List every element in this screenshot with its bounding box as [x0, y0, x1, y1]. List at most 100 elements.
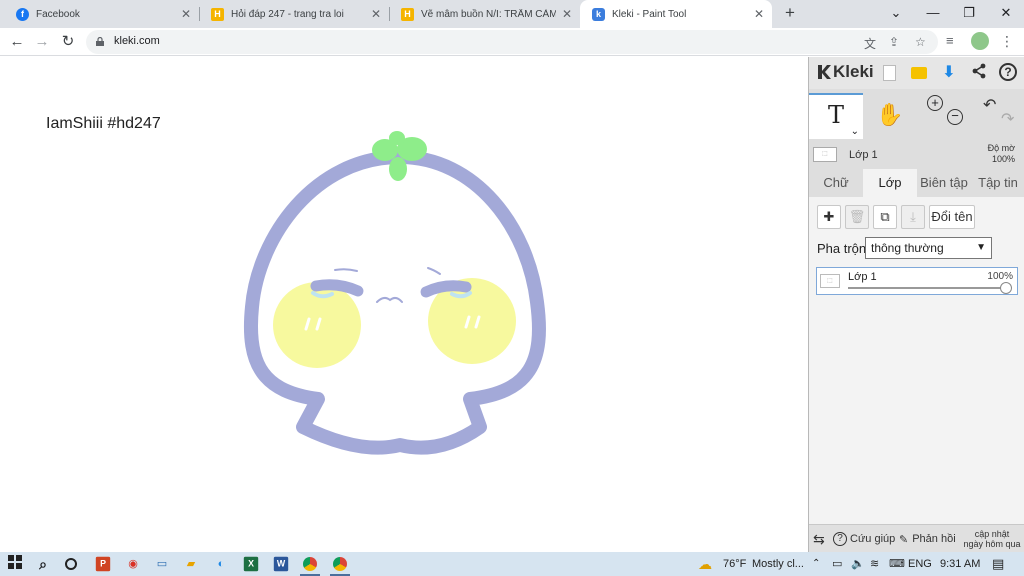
- minimize-button[interactable]: —: [915, 0, 951, 28]
- drawing-illustration: [244, 131, 546, 455]
- reading-list-icon[interactable]: ≡: [946, 33, 954, 48]
- kleki-panel: Kleki ⬇ ? T ⌄ ✋ + − ↶ ↷ ⬚ Lớp 1 Độ mờ 10…: [808, 57, 1024, 552]
- swap-sides-icon[interactable]: ⇆: [813, 525, 825, 553]
- tab-title: Hỏi đáp 247 - trang tra loi: [231, 8, 344, 20]
- app-icon[interactable]: ◉: [124, 555, 142, 573]
- forward-button[interactable]: →: [32, 32, 52, 52]
- weather-temp[interactable]: 76°F: [723, 552, 746, 576]
- weather-text[interactable]: Mostly cl...: [752, 552, 804, 576]
- tab-hoidap247[interactable]: H Hỏi đáp 247 - trang tra loi ✕: [199, 0, 389, 28]
- layer-item[interactable]: ⬚ Lớp 1 100%: [816, 267, 1018, 295]
- blend-mode-select[interactable]: thông thường ▼: [865, 237, 992, 259]
- share-icon[interactable]: ⇪: [889, 35, 899, 49]
- file-explorer-icon[interactable]: ▰: [182, 555, 200, 573]
- facebook-icon: f: [16, 7, 29, 21]
- tool-row: T ⌄ ✋ + − ↶ ↷: [809, 93, 1024, 139]
- rename-layer-button[interactable]: Đổi tên: [929, 205, 975, 229]
- close-icon[interactable]: ✕: [181, 7, 191, 21]
- speaker-icon[interactable]: 🔈: [851, 552, 865, 576]
- redo-icon[interactable]: ↷: [1001, 109, 1014, 129]
- merge-down-button[interactable]: ⤓: [901, 205, 925, 229]
- zoom-buttons[interactable]: + −: [917, 93, 971, 139]
- restore-button[interactable]: ❐: [951, 0, 987, 28]
- tab-title: Kleki - Paint Tool: [612, 8, 687, 20]
- close-icon[interactable]: ✕: [371, 7, 381, 21]
- delete-layer-button[interactable]: 🗑: [845, 205, 869, 229]
- chrome-icon[interactable]: [301, 555, 319, 573]
- tab-layers[interactable]: Lớp: [863, 169, 917, 197]
- monitor-icon[interactable]: ▭: [153, 555, 171, 573]
- zoom-in-icon[interactable]: +: [927, 95, 943, 111]
- new-tab-button[interactable]: +: [781, 3, 799, 23]
- current-layer-name: Lớp 1: [849, 149, 878, 161]
- open-folder-icon[interactable]: [909, 63, 929, 83]
- browser-toolbar: ← → ↻ kleki.com 文 ⇪ ☆ ≡ ⋮: [0, 28, 1024, 56]
- opacity-slider-track[interactable]: [848, 287, 1008, 289]
- search-icon[interactable]: ⌕: [34, 555, 52, 573]
- hand-icon: ✋: [876, 102, 904, 127]
- reload-button[interactable]: ↻: [58, 32, 78, 52]
- battery-icon[interactable]: ▭: [832, 552, 842, 576]
- close-window-button[interactable]: ✕: [988, 0, 1024, 28]
- undo-icon[interactable]: ↶: [983, 95, 996, 115]
- changelog-button[interactable]: cập nhật ngày hôm qua: [961, 525, 1023, 553]
- drawing-canvas[interactable]: IamShiii #hd247: [0, 57, 808, 552]
- tab-ve-mam-buon[interactable]: H Vẽ mâm buồn N/I: TRẦM CẢM :> ✕: [389, 0, 580, 28]
- help-button[interactable]: ? Cứu giúp: [833, 525, 895, 553]
- panel-tabs: Chữ Lớp Biên tập Tập tin: [809, 169, 1024, 197]
- edge-icon[interactable]: ◐: [212, 555, 230, 573]
- tab-file[interactable]: Tập tin: [971, 169, 1024, 197]
- keyboard-icon[interactable]: ⌨: [889, 552, 905, 576]
- undo-redo-buttons[interactable]: ↶ ↷: [971, 93, 1024, 139]
- panel-footer: ⇆ ? Cứu giúp ✎ Phản hồi cập nhật ngày hô…: [809, 524, 1024, 552]
- share-icon[interactable]: [969, 63, 989, 83]
- layer-thumbnail: ⬚: [813, 147, 837, 162]
- close-icon[interactable]: ✕: [754, 7, 764, 21]
- tab-text[interactable]: Chữ: [809, 169, 863, 197]
- text-tool-button[interactable]: T ⌄: [809, 93, 863, 139]
- blend-mode-value: thông thường: [871, 241, 944, 255]
- hand-tool-button[interactable]: ✋: [863, 93, 917, 139]
- hoidap247-icon: H: [211, 7, 224, 21]
- address-bar[interactable]: kleki.com 文 ⇪ ☆: [86, 30, 938, 54]
- current-layer-info: ⬚ Lớp 1 Độ mờ 100%: [809, 141, 1024, 167]
- zoom-out-icon[interactable]: −: [947, 109, 963, 125]
- layers-tab-body: ✚ 🗑 ⧉ ⤓ Đổi tên Pha trộn thông thường ▼ …: [809, 197, 1024, 552]
- kleki-icon: k: [592, 7, 605, 21]
- wifi-icon[interactable]: ≋: [870, 552, 879, 576]
- language-indicator[interactable]: ENG: [908, 552, 932, 576]
- help-icon[interactable]: ?: [999, 63, 1019, 83]
- chevron-up-icon[interactable]: ⌃: [812, 552, 820, 576]
- weather-icon[interactable]: ☁: [698, 552, 712, 576]
- duplicate-layer-button[interactable]: ⧉: [873, 205, 897, 229]
- powerpoint-icon[interactable]: P: [95, 556, 111, 572]
- chrome-icon[interactable]: [331, 555, 349, 573]
- close-icon[interactable]: ✕: [562, 7, 572, 21]
- kleki-logo[interactable]: Kleki: [815, 62, 874, 82]
- layer-item-opacity: 100%: [987, 271, 1013, 282]
- tab-search-icon[interactable]: ⌄: [878, 0, 914, 28]
- task-view-icon[interactable]: [62, 555, 80, 573]
- back-button[interactable]: ←: [7, 32, 27, 52]
- clock-time[interactable]: 9:31 AM: [940, 552, 980, 576]
- windows-start-icon[interactable]: [6, 555, 24, 573]
- excel-icon[interactable]: X: [243, 556, 259, 572]
- add-layer-button[interactable]: ✚: [817, 205, 841, 229]
- feedback-button[interactable]: ✎ Phản hồi: [899, 525, 956, 553]
- text-tool-icon: T: [827, 101, 844, 129]
- bookmark-star-icon[interactable]: ☆: [915, 35, 926, 49]
- profile-avatar[interactable]: [971, 32, 989, 50]
- translate-icon[interactable]: 文: [864, 35, 876, 52]
- tab-facebook[interactable]: f Facebook ✕: [4, 0, 199, 28]
- tab-kleki[interactable]: k Kleki - Paint Tool ✕: [580, 0, 772, 28]
- new-image-icon[interactable]: [879, 63, 899, 83]
- layer-thumbnail: ⬚: [820, 274, 840, 288]
- more-menu-icon[interactable]: ⋮: [1000, 33, 1014, 50]
- chevron-down-icon[interactable]: ⌄: [851, 126, 859, 137]
- download-icon[interactable]: ⬇: [939, 63, 959, 83]
- notification-icon[interactable]: ▤: [992, 552, 1004, 576]
- opacity-slider-handle[interactable]: [1000, 282, 1012, 294]
- tab-edit[interactable]: Biên tập: [917, 169, 971, 197]
- tab-title: Vẽ mâm buồn N/I: TRẦM CẢM :>: [421, 8, 556, 20]
- word-icon[interactable]: W: [273, 556, 289, 572]
